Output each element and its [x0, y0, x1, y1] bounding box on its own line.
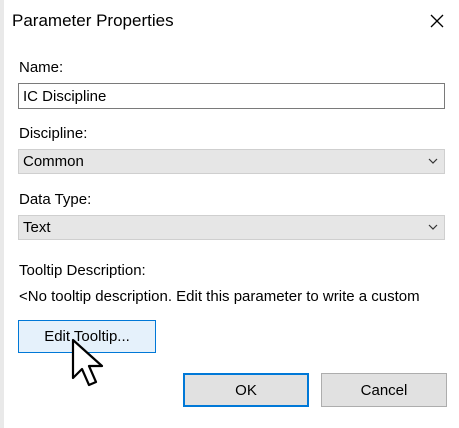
- close-icon: [430, 14, 444, 28]
- dialog-title: Parameter Properties: [12, 11, 174, 30]
- ok-button[interactable]: OK: [183, 373, 309, 407]
- data-type-dropdown[interactable]: Text: [18, 215, 445, 240]
- discipline-label: Discipline:: [19, 125, 88, 142]
- discipline-dropdown[interactable]: Common: [18, 149, 445, 174]
- dialog-left-edge: [0, 0, 4, 428]
- tooltip-description-label: Tooltip Description:: [19, 262, 146, 279]
- name-input[interactable]: [18, 83, 445, 109]
- edit-tooltip-button[interactable]: Edit Tooltip...: [18, 320, 156, 353]
- chevron-down-icon: [428, 158, 438, 164]
- parameter-properties-dialog: Parameter Properties Name: Discipline: C…: [0, 0, 459, 428]
- close-button[interactable]: [420, 4, 454, 38]
- data-type-selected-value: Text: [23, 219, 51, 236]
- data-type-label: Data Type:: [19, 191, 92, 208]
- name-label: Name:: [19, 59, 64, 76]
- title-bar: Parameter Properties: [0, 0, 459, 44]
- cancel-button[interactable]: Cancel: [321, 373, 447, 407]
- chevron-down-icon: [428, 224, 438, 230]
- discipline-selected-value: Common: [23, 153, 84, 170]
- tooltip-description-text: <No tooltip description. Edit this param…: [19, 288, 420, 305]
